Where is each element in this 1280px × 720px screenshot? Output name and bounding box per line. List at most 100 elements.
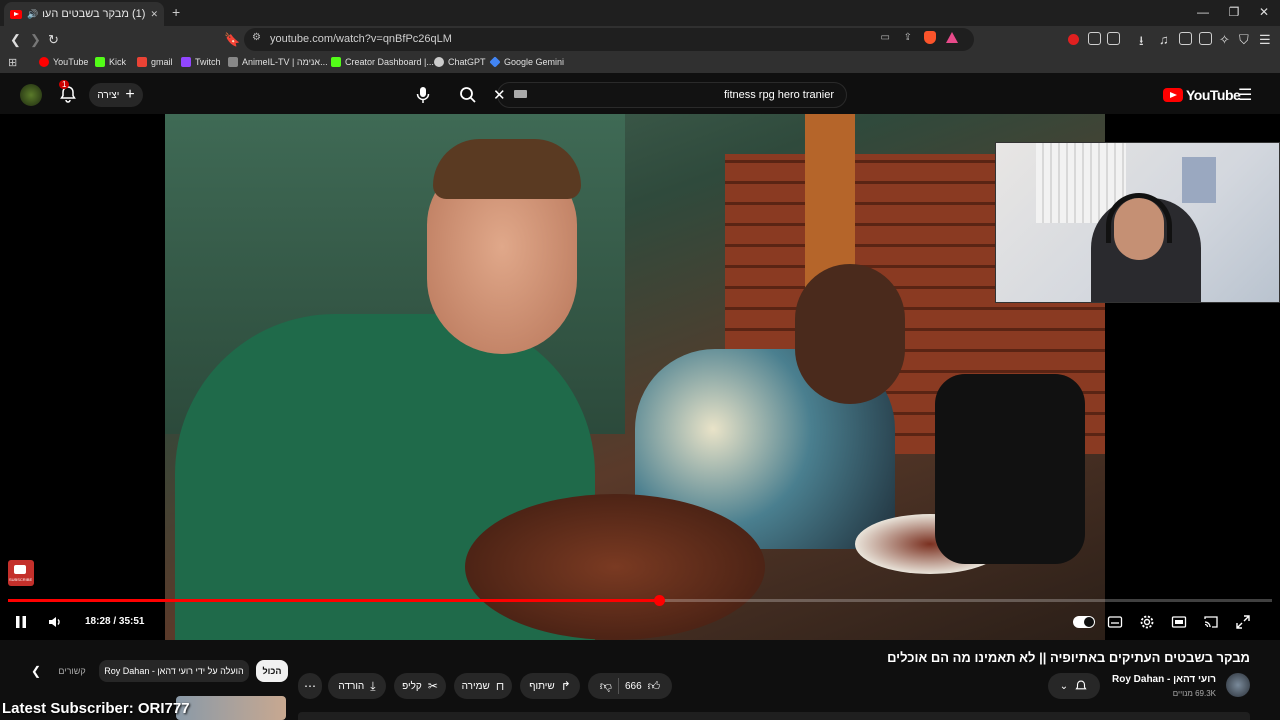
download-icon[interactable]: ⭳ (1139, 32, 1144, 54)
search-query: fitness rpg hero tranier (723, 89, 834, 101)
media-icon[interactable]: ♫ (1159, 32, 1169, 47)
bookmark-creator-dashboard[interactable]: Creator Dashboard |... (331, 57, 434, 67)
dislike-button[interactable]: 👎︎ (600, 679, 612, 694)
voice-search-button[interactable] (413, 85, 433, 105)
channel-name[interactable]: רועי דהאן - Roy Dahan (1112, 674, 1216, 685)
more-dots-icon: ⋯ (304, 679, 316, 693)
chip-uploaded-by[interactable]: Roy Dahan - הועלה על ידי רועי דהאן (99, 660, 249, 682)
extension-puzzle-icon[interactable] (1088, 32, 1101, 45)
sidebar-icon[interactable] (1179, 32, 1192, 45)
extension-red-icon[interactable] (1068, 34, 1079, 45)
save-button[interactable]: שמירה ⊓ (454, 673, 512, 699)
url-text: youtube.com/watch?v=qnBfPc26qLM (270, 33, 452, 45)
kick-icon (331, 57, 341, 67)
bookmark-twitch[interactable]: Twitch (181, 57, 221, 67)
minimize-button[interactable]: — (1191, 5, 1215, 19)
video-details: מבקר בשבטים העתיקים באתיופיה || לא תאמינ… (0, 640, 1280, 720)
comment-bar (298, 712, 1250, 720)
download-button[interactable]: הורדה ⤓ (328, 673, 386, 699)
brave-shield-icon[interactable] (924, 31, 936, 44)
fullscreen-icon[interactable] (1235, 614, 1251, 630)
close-window-button[interactable]: ✕ (1252, 5, 1276, 19)
bookmark-youtube[interactable]: YouTube (39, 57, 88, 67)
youtube-header: 1 יצירה + ✕ fitness rpg hero tranier You… (0, 76, 1280, 114)
divider (617, 678, 619, 694)
video-frame[interactable] (165, 114, 1105, 640)
volume-icon[interactable] (47, 614, 63, 630)
progress-bar[interactable] (8, 595, 1272, 606)
tab-close-icon[interactable]: ✕ (150, 9, 158, 20)
clip-button[interactable]: קליפ ✂ (394, 673, 446, 699)
subscriber-count: 69.3K מנויים (1172, 689, 1216, 698)
search-input[interactable]: ✕ fitness rpg hero tranier (493, 82, 847, 108)
latest-subscriber-overlay: Latest Subscriber: ORI777 (2, 700, 190, 717)
twitch-icon (181, 57, 191, 67)
subscribe-badge[interactable]: SUBSCRIBE (8, 560, 34, 586)
menu-icon[interactable]: ☰ (1259, 32, 1271, 48)
search-icon (460, 87, 476, 103)
chips-prev-icon[interactable]: ❮ (31, 664, 41, 678)
vpn-shield-icon[interactable]: ⛉ (1239, 32, 1249, 48)
more-actions-button[interactable]: ⋯ (298, 673, 322, 699)
video-player[interactable]: SUBSCRIBE 18:28 / 35:51 (0, 114, 1280, 640)
kick-icon (95, 57, 105, 67)
chip-all[interactable]: הכול (256, 660, 288, 682)
miniplayer-icon[interactable] (1171, 614, 1187, 630)
player-controls: 18:28 / 35:51 (0, 606, 1280, 640)
bookmark-gmail[interactable]: gmail (137, 57, 173, 67)
bookmark-chatgpt[interactable]: ChatGPT (434, 57, 486, 67)
address-bar[interactable]: ⚙ youtube.com/watch?v=qnBfPc26qLM ▭ ⇪ (244, 28, 974, 51)
forward-icon[interactable]: ❯ (30, 32, 41, 48)
notifications-button[interactable]: 1 (58, 80, 78, 104)
apps-grid-icon[interactable]: ⊞ (8, 56, 17, 69)
share-button[interactable]: שיתוף ↱ (520, 673, 580, 699)
extension-box-icon[interactable] (1107, 32, 1120, 45)
youtube-logo[interactable]: YouTube (1163, 87, 1241, 103)
chip-related[interactable]: קשורים (52, 660, 92, 682)
gmail-icon (137, 57, 147, 67)
like-dislike-group: 👎︎ 666 👍︎ (588, 673, 672, 699)
share-page-icon[interactable]: ⇪ (904, 32, 912, 43)
leo-ai-icon[interactable]: ✧ (1219, 32, 1230, 48)
face-guest (795, 264, 905, 404)
avatar[interactable] (20, 84, 42, 106)
wallet-icon[interactable] (1199, 32, 1212, 45)
install-icon[interactable]: ▭ (881, 32, 890, 43)
clear-search-icon[interactable]: ✕ (493, 86, 506, 104)
subscribe-bell-button[interactable]: ⌄ (1048, 673, 1100, 699)
new-tab-button[interactable]: + (172, 4, 180, 20)
speaker-icon[interactable]: 🔊 (27, 9, 38, 20)
keyboard-icon[interactable] (514, 90, 527, 98)
search-button[interactable] (458, 85, 478, 105)
youtube-favicon-icon (10, 9, 22, 19)
like-button[interactable]: 👍︎ (648, 679, 661, 694)
reload-icon[interactable]: ↻ (48, 32, 59, 48)
webcam-overlay (995, 142, 1280, 303)
subtitles-icon[interactable] (1107, 614, 1123, 630)
settings-gear-icon[interactable] (1139, 614, 1155, 630)
brave-rewards-icon[interactable] (946, 32, 958, 43)
progress-played (8, 599, 659, 602)
create-button[interactable]: יצירה + (89, 83, 143, 107)
pause-icon[interactable] (13, 614, 29, 630)
browser-tab[interactable]: 🔊 (1) מבקר בשבטים העתיקים ב ✕ (4, 2, 164, 26)
channel-avatar[interactable] (1226, 673, 1250, 697)
bookmark-gemini[interactable]: Google Gemini (489, 56, 564, 68)
host-hair (433, 139, 581, 199)
recommended-thumbnail[interactable] (176, 696, 286, 720)
microphone-icon (416, 87, 430, 103)
hamburger-menu-icon[interactable]: ☰ (1238, 85, 1252, 105)
tab-title: (1) מבקר בשבטים העתיקים ב (43, 8, 146, 20)
youtube-icon (14, 565, 26, 574)
site-info-icon[interactable]: ⚙ (252, 32, 261, 43)
plus-icon: + (125, 86, 135, 103)
bookmark-animeil[interactable]: AnimeIL-TV | אנימה... (228, 57, 328, 67)
restore-button[interactable]: ❐ (1222, 5, 1246, 19)
progress-scrubber[interactable] (653, 595, 665, 606)
browser-tab-bar: 🔊 (1) מבקר בשבטים העתיקים ב ✕ + — ❐ ✕ (0, 0, 1280, 26)
autoplay-toggle[interactable] (1073, 616, 1095, 628)
back-icon[interactable]: ❮ (10, 32, 21, 48)
cast-icon[interactable] (1203, 614, 1219, 630)
bookmark-icon[interactable]: 🔖 (224, 32, 240, 48)
bookmark-kick[interactable]: Kick (95, 57, 126, 67)
